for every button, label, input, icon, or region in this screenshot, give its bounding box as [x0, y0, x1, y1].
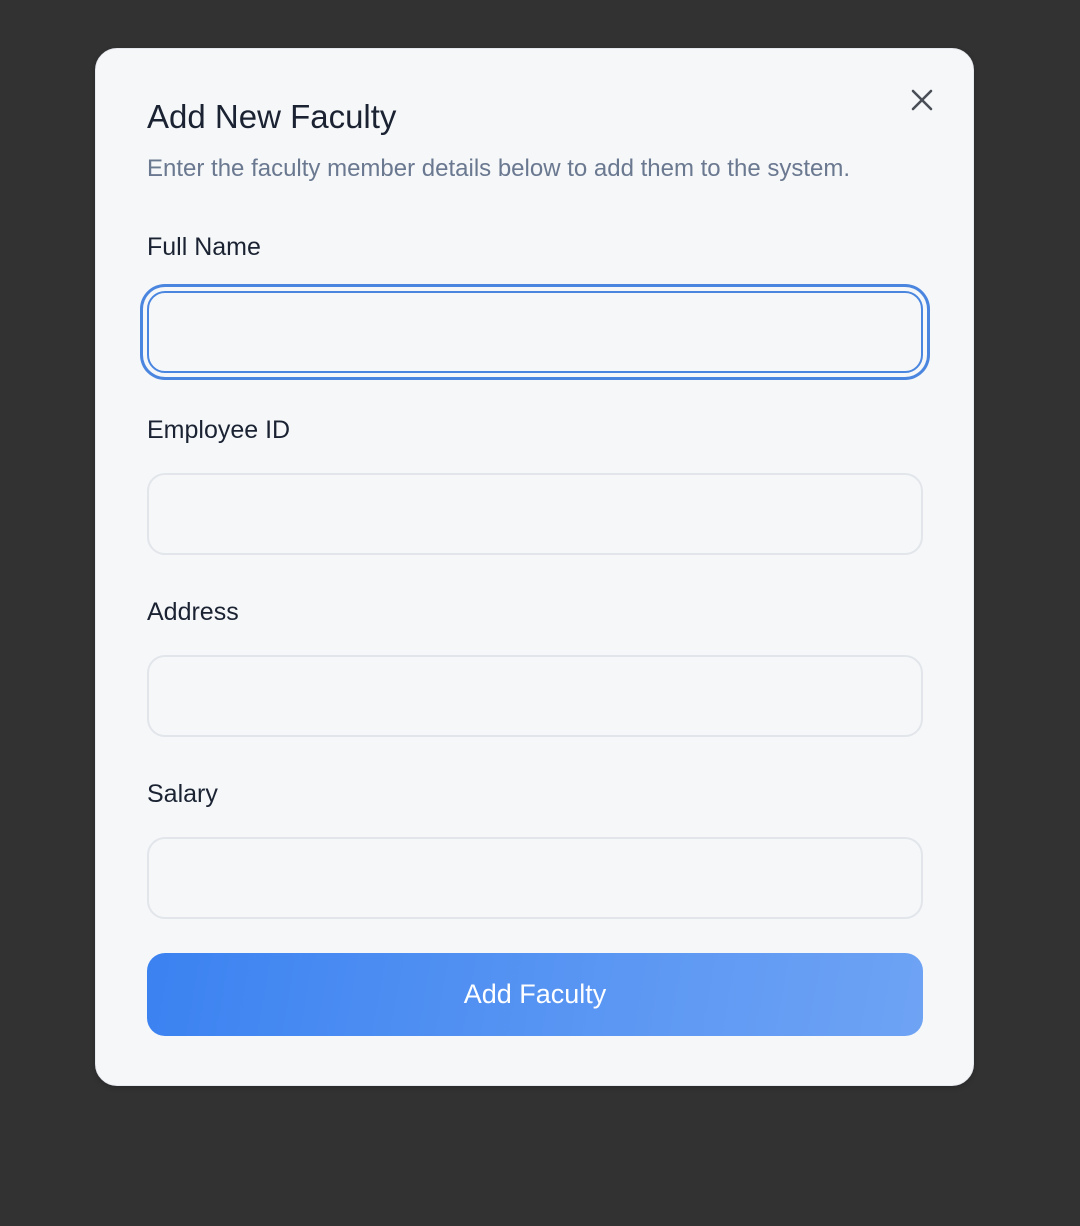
- dialog-subtitle: Enter the faculty member details below t…: [147, 155, 851, 182]
- employee-id-input[interactable]: [147, 473, 923, 555]
- full-name-label: Full Name: [147, 233, 261, 261]
- full-name-input[interactable]: [147, 291, 923, 373]
- close-button[interactable]: [909, 87, 935, 113]
- dialog-title: Add New Faculty: [147, 98, 397, 135]
- employee-id-label: Employee ID: [147, 416, 291, 444]
- add-faculty-button[interactable]: Add Faculty: [147, 953, 923, 1036]
- close-icon: [911, 89, 933, 111]
- add-faculty-dialog: Add New Faculty Enter the faculty member…: [95, 48, 974, 1086]
- address-label: Address: [147, 598, 239, 626]
- address-input[interactable]: [147, 655, 923, 737]
- salary-input[interactable]: [147, 837, 923, 919]
- salary-label: Salary: [147, 780, 218, 808]
